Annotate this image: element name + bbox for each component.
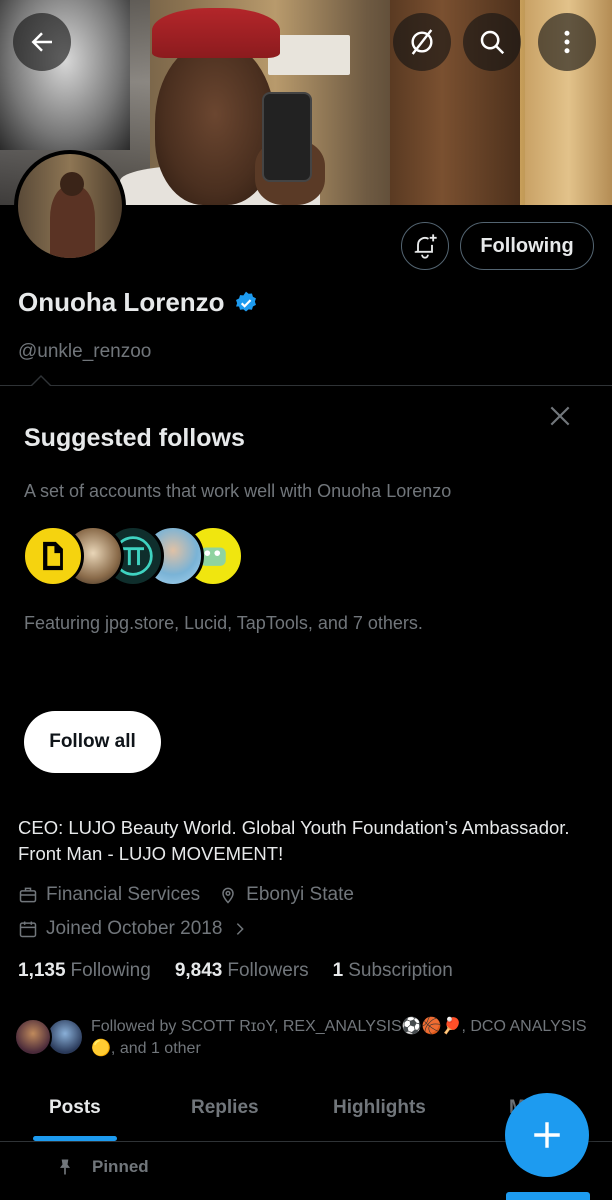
followers-label: Followers	[227, 960, 309, 981]
subscription-stat[interactable]: 1 Subscription	[333, 960, 453, 982]
followers-stat[interactable]: 9,843 Followers	[175, 960, 309, 982]
category-text: Financial Services	[46, 884, 201, 905]
featuring-text: Featuring jpg.store, Lucid, TapTools, an…	[24, 613, 423, 633]
more-vertical-icon	[564, 30, 570, 54]
caret-pointer-inner	[31, 377, 51, 387]
follow-all-button[interactable]: Follow all	[24, 711, 161, 773]
avatar[interactable]	[14, 150, 126, 262]
following-stat[interactable]: 1,135 Following	[18, 960, 151, 982]
map-pin-icon	[222, 887, 234, 904]
calendar-icon	[19, 921, 37, 938]
close-suggested-button[interactable]	[545, 401, 575, 431]
following-label: Following	[70, 960, 151, 981]
section-divider	[0, 385, 612, 386]
bell-plus-icon	[414, 234, 437, 259]
banner-phone	[262, 92, 312, 182]
arrow-left-icon	[31, 32, 52, 52]
location-text: Ebonyi State	[246, 884, 354, 905]
close-icon	[550, 406, 570, 426]
following-count: 1,135	[18, 960, 66, 981]
verified-badge-icon[interactable]	[233, 290, 259, 316]
profile-stats: 1,135 Following 9,843 Followers 1 Subscript…	[18, 960, 453, 982]
profile-joined[interactable]: Joined October 2018	[18, 918, 248, 940]
banner-hat	[152, 8, 280, 58]
joined-text: Joined October 2018	[46, 918, 223, 939]
tab-replies[interactable]: Replies	[191, 1097, 259, 1119]
profile-bio: CEO: LUJO Beauty World. Global Youth Fou…	[18, 817, 570, 864]
suggested-description: A set of accounts that work well with On…	[24, 481, 452, 501]
profile-category-location: Financial Services Ebonyi State	[18, 884, 354, 906]
pinned-label: Pinned	[55, 1157, 149, 1177]
search-button[interactable]	[463, 13, 521, 71]
grok-button[interactable]	[393, 13, 451, 71]
followed-by-avatars[interactable]	[14, 1018, 86, 1056]
followed-by-text[interactable]: Followed by SCOTT RɪᴏY, REX_ANALYSIS⚽🏀🏓,…	[91, 1016, 601, 1060]
avatar-head	[60, 172, 84, 196]
following-button[interactable]: Following	[460, 222, 594, 270]
profile-handle: @unkle_renzoo	[18, 341, 152, 362]
search-icon	[480, 30, 505, 55]
pinned-text: Pinned	[92, 1157, 149, 1176]
profile-name-text: Onuoha Lorenzo	[18, 287, 225, 317]
tab-posts[interactable]: Posts	[49, 1097, 101, 1119]
followers-count: 9,843	[174, 960, 223, 981]
avatar-body	[50, 186, 95, 258]
suggested-title: Suggested follows	[24, 424, 245, 452]
avatar-jpg-store	[22, 525, 84, 587]
chevron-right-icon	[237, 923, 245, 935]
notifications-button[interactable]	[401, 222, 449, 270]
followed-by-avatar-1	[14, 1018, 52, 1056]
pin-icon	[60, 1159, 70, 1175]
tab-highlights[interactable]: Highlights	[333, 1097, 426, 1119]
banner-air-conditioner	[268, 35, 350, 75]
back-button[interactable]	[13, 13, 71, 71]
slash-circle-icon	[411, 29, 433, 55]
subscription-count: 1	[332, 960, 344, 981]
briefcase-icon	[19, 887, 37, 903]
pinned-post-preview	[506, 1192, 590, 1200]
compose-post-button[interactable]	[505, 1093, 589, 1177]
suggested-avatars[interactable]	[22, 525, 244, 587]
subscription-label: Subscription	[348, 960, 453, 981]
plus-icon	[534, 1122, 560, 1148]
profile-name: Onuoha Lorenzo	[18, 287, 259, 318]
more-button[interactable]	[538, 13, 596, 71]
